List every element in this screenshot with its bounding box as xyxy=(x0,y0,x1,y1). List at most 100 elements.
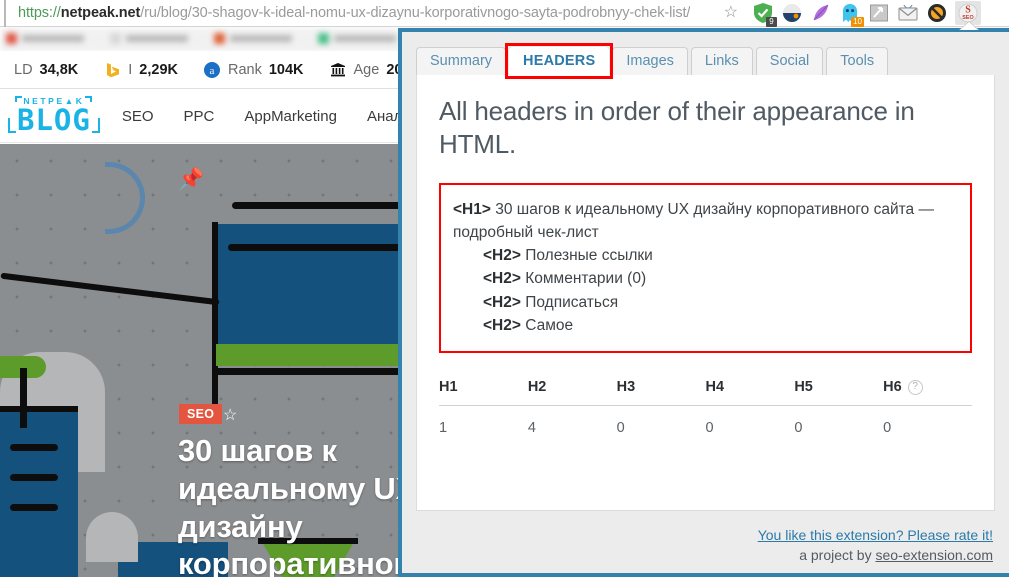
col-h6: H6? xyxy=(883,375,972,406)
metric-rank-value: 104K xyxy=(268,61,304,78)
headers-panel: All headers in order of their appearance… xyxy=(416,75,995,511)
help-icon[interactable]: ? xyxy=(907,379,923,395)
hero-star-icon[interactable]: ☆ xyxy=(223,405,237,425)
bookmark-favicon xyxy=(214,33,225,44)
seo-extension-popup: Summary HEADERS Images Links Social Tool… xyxy=(398,28,1009,577)
mail-extension-icon[interactable] xyxy=(897,2,919,24)
art-line xyxy=(228,244,404,251)
art-line xyxy=(232,202,412,209)
table-header-row: H1 H2 H3 H4 H5 H6? xyxy=(439,375,972,406)
nav-item-ppc[interactable]: PPC xyxy=(184,108,215,125)
bookmark-star-icon[interactable]: ☆ xyxy=(724,5,738,21)
col-h3: H3 xyxy=(616,375,706,406)
browser-omnibox: https://netpeak.net/ru/blog/30-shagov-k-… xyxy=(0,0,1009,27)
metric-ld-value: 34,8K xyxy=(39,61,79,78)
art-panel xyxy=(0,412,78,577)
tab-summary[interactable]: Summary xyxy=(416,46,507,75)
popup-body: Summary HEADERS Images Links Social Tool… xyxy=(402,32,1009,519)
url-bar[interactable]: https://netpeak.net/ru/blog/30-shagov-k-… xyxy=(4,0,746,27)
bookmark-favicon xyxy=(6,33,17,44)
hero-seo-badge: SEO xyxy=(179,404,223,424)
count-h5: 0 xyxy=(794,420,803,436)
url-path: /ru/blog/30-shagov-k-ideal-nomu-ux-dizay… xyxy=(140,5,691,21)
tab-tools[interactable]: Tools xyxy=(826,46,889,75)
rate-extension-link[interactable]: You like this extension? Please rate it! xyxy=(416,527,993,543)
bookmark-favicon xyxy=(318,33,329,44)
tab-images[interactable]: Images xyxy=(612,46,688,75)
header-entry-h2: <H2> Самое xyxy=(453,314,956,337)
art-line xyxy=(0,406,78,412)
header-tag: <H2> xyxy=(483,293,521,311)
art-line xyxy=(10,444,58,451)
count-h4: 0 xyxy=(705,420,714,436)
panel-heading: All headers in order of their appearance… xyxy=(439,96,915,159)
bank-icon xyxy=(330,61,347,78)
col-h1: H1 xyxy=(439,375,528,406)
art-line xyxy=(10,474,58,481)
col-h2: H2 xyxy=(527,375,617,406)
header-entry-h2: <H2> Подписаться xyxy=(453,291,956,314)
metric-rank-label: Rank xyxy=(227,61,262,78)
art-edge xyxy=(212,222,218,412)
table-row: 1 4 0 0 0 0 xyxy=(439,406,972,443)
header-tag: <H2> xyxy=(483,270,521,288)
header-entry-h2: <H2> Комментарии (0) xyxy=(453,267,956,290)
bookmark-item[interactable] xyxy=(110,33,188,44)
popup-tabs: Summary HEADERS Images Links Social Tool… xyxy=(416,42,995,79)
ghost-badge: 10 xyxy=(851,17,864,27)
header-tag: <H2> xyxy=(483,247,521,264)
tab-headers[interactable]: HEADERS xyxy=(505,42,614,79)
header-text: Самое xyxy=(525,316,574,334)
metric-bing-index[interactable]: I 2,29K xyxy=(104,61,178,78)
metric-bing-value: 2,29K xyxy=(139,61,178,78)
project-site-link[interactable]: seo-extension.com xyxy=(875,547,993,563)
bookmark-label xyxy=(230,35,292,42)
bookmark-item[interactable] xyxy=(6,33,84,44)
pushpin-icon: 📌 xyxy=(178,168,205,191)
count-h1: 1 xyxy=(439,420,448,436)
shield-badge: 9 xyxy=(766,17,777,27)
shield-extension-icon[interactable]: 9 xyxy=(752,2,777,27)
art-line xyxy=(216,368,426,375)
header-entry-h1: <H1> 30 шагов к идеальному UX дизайну ко… xyxy=(453,198,956,245)
bing-icon xyxy=(104,61,121,78)
site-logo[interactable]: NETPE▲K BLOG xyxy=(8,96,100,135)
svg-text:S: S xyxy=(965,5,971,16)
feather-extension-icon[interactable] xyxy=(810,2,832,24)
header-entry-h2: <H2> Полезные ссылки xyxy=(453,244,956,267)
bookmark-label xyxy=(334,35,396,42)
header-tag: <H2> xyxy=(483,316,521,334)
count-h6: 0 xyxy=(883,420,892,436)
hero-title: 30 шагов к идеальному UX дизайну корпора… xyxy=(178,433,425,577)
bookmark-item[interactable] xyxy=(318,33,396,44)
ghostery-cookie-icon[interactable] xyxy=(781,2,803,24)
adblock-extension-icon[interactable] xyxy=(926,2,948,24)
metric-ld[interactable]: LD 34,8K xyxy=(14,62,78,78)
art-monitor xyxy=(216,224,426,344)
alexa-icon: a xyxy=(204,61,221,78)
header-text: Полезные ссылки xyxy=(525,247,653,264)
ghost-extension-icon[interactable]: 10 xyxy=(839,2,864,27)
window-resize-icon[interactable] xyxy=(868,2,890,24)
art-green-bar xyxy=(216,344,426,366)
header-text: 30 шагов к идеальному UX дизайну корпора… xyxy=(453,200,934,241)
url-scheme: https:// xyxy=(18,5,61,21)
nav-item-seo[interactable]: SEO xyxy=(122,108,154,125)
header-text: Комментарии (0) xyxy=(525,270,647,288)
metric-alexa-rank[interactable]: a Rank 104K xyxy=(204,61,304,78)
metric-ld-label: LD xyxy=(14,61,33,78)
headers-list-box: <H1> 30 шагов к идеальному UX дизайну ко… xyxy=(439,182,972,353)
art-line xyxy=(10,504,58,511)
header-text: Подписаться xyxy=(525,293,619,311)
col-h5: H5 xyxy=(794,375,884,406)
bookmark-item[interactable] xyxy=(214,33,292,44)
tab-social[interactable]: Social xyxy=(755,46,824,75)
tab-links[interactable]: Links xyxy=(690,46,753,75)
popup-footer: You like this extension? Please rate it!… xyxy=(402,519,1009,573)
project-credit: a project by seo-extension.com xyxy=(416,547,993,563)
count-h3: 0 xyxy=(616,420,625,436)
count-h2: 4 xyxy=(527,420,536,436)
nav-item-appmarketing[interactable]: AppMarketing xyxy=(244,108,337,125)
url-text: https://netpeak.net/ru/blog/30-shagov-k-… xyxy=(18,5,690,21)
header-tag: <H1> xyxy=(453,200,491,218)
